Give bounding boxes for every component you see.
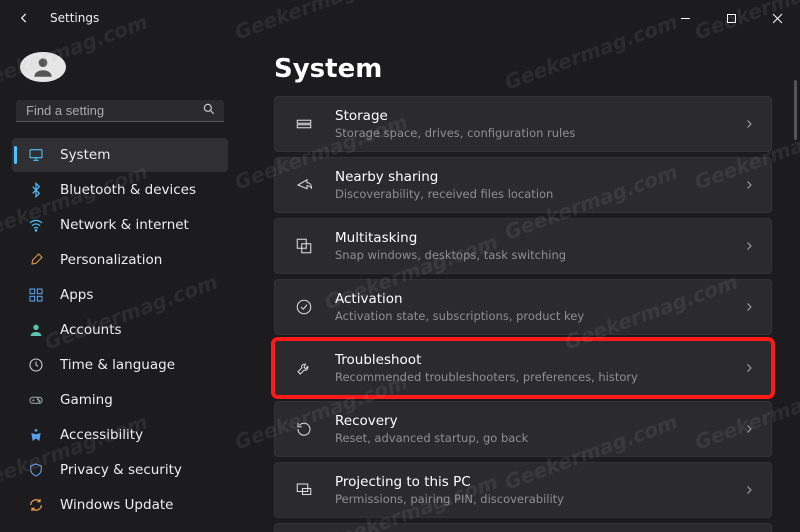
card-title: Storage bbox=[335, 108, 743, 124]
titlebar: Settings bbox=[0, 0, 800, 36]
card-subtitle: Discoverability, received files location bbox=[335, 187, 743, 201]
clock-icon bbox=[26, 355, 46, 375]
bluetooth-icon bbox=[26, 180, 46, 200]
card-projecting[interactable]: Projecting to this PC Permissions, pairin… bbox=[274, 462, 772, 518]
nav-label: Personalization bbox=[60, 252, 162, 268]
nav-label: Privacy & security bbox=[60, 462, 182, 478]
card-subtitle: Recommended troubleshooters, preferences… bbox=[335, 370, 743, 384]
chevron-right-icon bbox=[743, 420, 755, 439]
project-icon bbox=[293, 479, 315, 501]
nav-label: Apps bbox=[60, 287, 93, 303]
card-activation[interactable]: Activation Activation state, subscription… bbox=[274, 279, 772, 335]
card-storage[interactable]: Storage Storage space, drives, configurat… bbox=[274, 96, 772, 152]
nav-system[interactable]: System bbox=[12, 138, 228, 172]
nav-gaming[interactable]: Gaming bbox=[12, 383, 228, 417]
chevron-right-icon bbox=[743, 481, 755, 500]
nav-label: System bbox=[60, 147, 110, 163]
card-subtitle: Reset, advanced startup, go back bbox=[335, 431, 743, 445]
check-circle-icon bbox=[293, 296, 315, 318]
close-button[interactable] bbox=[754, 0, 800, 36]
nav-label: Windows Update bbox=[60, 497, 173, 513]
shield-icon bbox=[26, 460, 46, 480]
scrollbar[interactable] bbox=[794, 80, 797, 140]
card-subtitle: Activation state, subscriptions, product… bbox=[335, 309, 743, 323]
nav-personalization[interactable]: Personalization bbox=[12, 243, 228, 277]
gaming-icon bbox=[26, 390, 46, 410]
system-icon bbox=[26, 145, 46, 165]
minimize-button[interactable] bbox=[662, 0, 708, 36]
chevron-right-icon bbox=[743, 237, 755, 256]
card-nearby-sharing[interactable]: Nearby sharing Discoverability, received … bbox=[274, 157, 772, 213]
update-icon bbox=[26, 495, 46, 515]
person-icon bbox=[26, 320, 46, 340]
chevron-right-icon bbox=[743, 176, 755, 195]
multitask-icon bbox=[293, 235, 315, 257]
search-input[interactable] bbox=[26, 103, 202, 118]
nav-apps[interactable]: Apps bbox=[12, 278, 228, 312]
wifi-icon bbox=[26, 215, 46, 235]
user-avatar[interactable] bbox=[20, 52, 66, 82]
back-button[interactable] bbox=[8, 2, 40, 34]
search-box[interactable] bbox=[16, 100, 224, 122]
wrench-icon bbox=[293, 357, 315, 379]
card-subtitle: Snap windows, desktops, task switching bbox=[335, 248, 743, 262]
nav-label: Gaming bbox=[60, 392, 113, 408]
card-remote-desktop[interactable]: Remote DesktopRemote Desktop users, conn… bbox=[274, 523, 772, 532]
sidebar: System Bluetooth & devices Network & int… bbox=[0, 36, 240, 532]
card-title: Projecting to this PC bbox=[335, 474, 743, 490]
nav-privacy[interactable]: Privacy & security bbox=[12, 453, 228, 487]
card-title: Troubleshoot bbox=[335, 352, 743, 368]
nav-label: Accounts bbox=[60, 322, 122, 338]
nav-network[interactable]: Network & internet bbox=[12, 208, 228, 242]
accessibility-icon bbox=[26, 425, 46, 445]
chevron-right-icon bbox=[743, 359, 755, 378]
window-title: Settings bbox=[50, 11, 99, 25]
storage-icon bbox=[293, 113, 315, 135]
window-controls bbox=[662, 0, 800, 36]
card-title: Recovery bbox=[335, 413, 743, 429]
nav-label: Accessibility bbox=[60, 427, 143, 443]
chevron-right-icon bbox=[743, 298, 755, 317]
card-recovery[interactable]: Recovery Reset, advanced startup, go back bbox=[274, 401, 772, 457]
card-title: Activation bbox=[335, 291, 743, 307]
nav-label: Bluetooth & devices bbox=[60, 182, 196, 198]
card-multitasking[interactable]: Multitasking Snap windows, desktops, task… bbox=[274, 218, 772, 274]
nav-accessibility[interactable]: Accessibility bbox=[12, 418, 228, 452]
nav-bluetooth[interactable]: Bluetooth & devices bbox=[12, 173, 228, 207]
nav-update[interactable]: Windows Update bbox=[12, 488, 228, 522]
card-title: Nearby sharing bbox=[335, 169, 743, 185]
chevron-right-icon bbox=[743, 115, 755, 134]
main-panel: System Storage Storage space, drives, con… bbox=[240, 36, 800, 532]
card-subtitle: Permissions, pairing PIN, discoverabilit… bbox=[335, 492, 743, 506]
card-troubleshoot[interactable]: Troubleshoot Recommended troubleshooters,… bbox=[274, 340, 772, 396]
settings-list: Storage Storage space, drives, configurat… bbox=[274, 96, 772, 532]
card-subtitle: Storage space, drives, configuration rul… bbox=[335, 126, 743, 140]
nav-list: System Bluetooth & devices Network & int… bbox=[12, 138, 228, 522]
nav-label: Time & language bbox=[60, 357, 175, 373]
share-icon bbox=[293, 174, 315, 196]
nav-label: Network & internet bbox=[60, 217, 189, 233]
nav-time[interactable]: Time & language bbox=[12, 348, 228, 382]
maximize-button[interactable] bbox=[708, 0, 754, 36]
apps-icon bbox=[26, 285, 46, 305]
card-title: Multitasking bbox=[335, 230, 743, 246]
recovery-icon bbox=[293, 418, 315, 440]
page-heading: System bbox=[274, 54, 772, 84]
brush-icon bbox=[26, 250, 46, 270]
search-icon bbox=[202, 101, 216, 120]
nav-accounts[interactable]: Accounts bbox=[12, 313, 228, 347]
